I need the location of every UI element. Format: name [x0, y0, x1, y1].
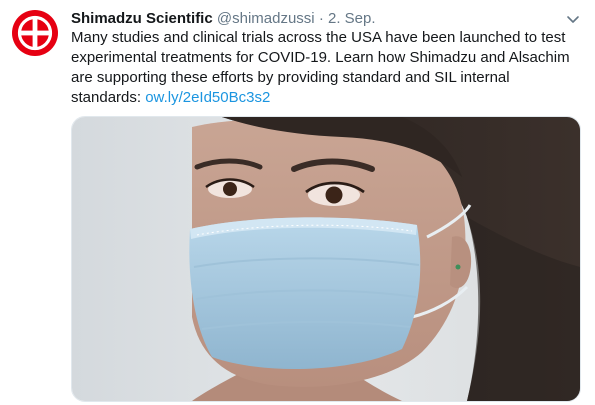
display-name[interactable]: Shimadzu Scientific [71, 10, 213, 27]
avatar[interactable] [11, 9, 59, 57]
user-handle[interactable]: @shimadzussi [217, 10, 315, 27]
tweet-text: Many studies and clinical trials across … [71, 28, 571, 108]
shimadzu-logo-icon [12, 10, 58, 56]
header-separator: · [318, 10, 324, 27]
tweet-media-photo[interactable] [71, 116, 581, 402]
woman-wearing-mask-photo [72, 117, 580, 401]
tweet-link[interactable]: ow.ly/2eId50Bc3s2 [145, 89, 270, 106]
chevron-down-icon [567, 16, 579, 23]
tweet-header: Shimadzu Scientific @shimadzussi · 2. Se… [71, 9, 575, 29]
tweet-card[interactable]: Shimadzu Scientific @shimadzussi · 2. Se… [0, 0, 595, 405]
tweet-menu-button[interactable] [565, 11, 581, 27]
tweet-date[interactable]: 2. Sep. [328, 10, 376, 27]
